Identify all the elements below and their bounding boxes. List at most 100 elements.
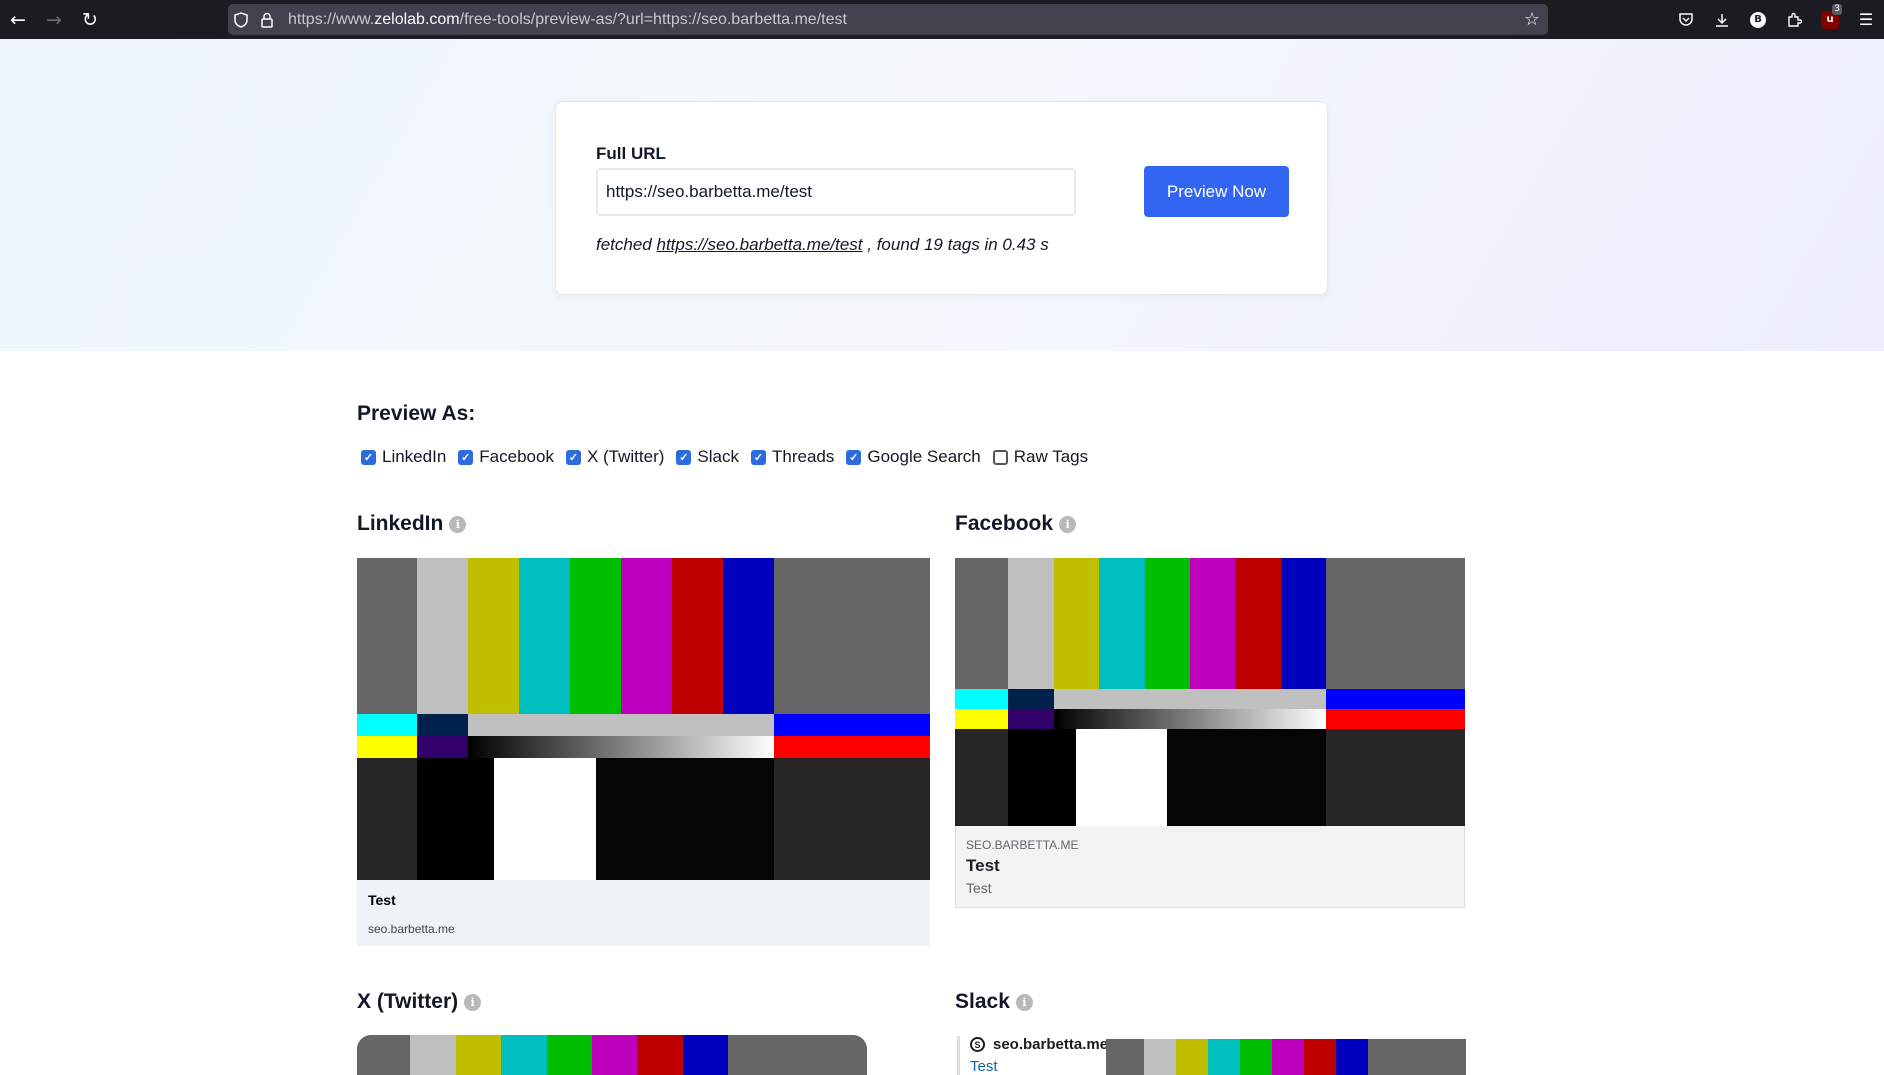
navy-block: [417, 714, 468, 736]
checkbox-slack[interactable]: ✓ Slack: [672, 447, 739, 467]
platform-checkboxes: ✓ LinkedIn ✓ Facebook ✓ X (Twitter) ✓ Slack …: [357, 447, 1096, 467]
url-host: zelolab.com: [374, 10, 460, 28]
slack-preview-image: [1106, 1039, 1466, 1075]
color-bar: [519, 558, 570, 714]
color-bar: [570, 558, 621, 714]
profile-icon[interactable]: B: [1740, 0, 1776, 39]
browser-toolbar: ← → ↻ https://www.zelolab.com/free-tools…: [0, 0, 1884, 39]
checkbox-raw-tags[interactable]: Raw Tags: [989, 447, 1088, 467]
color-bar: [1303, 1039, 1336, 1075]
checkbox-label: Google Search: [867, 447, 981, 466]
cyan-block: [357, 714, 417, 736]
color-bar: [728, 1035, 867, 1075]
hero-section: Full URL Preview Now fetched https://seo…: [0, 39, 1884, 351]
color-bar: [621, 558, 672, 714]
slack-site-name: seo.barbetta.me: [993, 1036, 1109, 1053]
site-logo-icon: S: [970, 1037, 985, 1052]
reload-icon[interactable]: ↻: [72, 0, 108, 39]
url-prefix: https://www.: [288, 10, 375, 28]
red-block: [774, 736, 930, 758]
color-bar: [1271, 1039, 1304, 1075]
checkbox-twitter[interactable]: ✓ X (Twitter): [562, 447, 664, 467]
slack-site: S seo.barbetta.me: [970, 1036, 1108, 1053]
checkbox-threads[interactable]: ✓ Threads: [747, 447, 834, 467]
url-text[interactable]: https://www.zelolab.com/free-tools/previ…: [288, 11, 847, 29]
color-bar: [357, 558, 417, 714]
gradient-strip: [1053, 709, 1327, 729]
color-bar: [1367, 1039, 1466, 1075]
color-bar: [1008, 558, 1054, 689]
back-icon[interactable]: ←: [0, 0, 36, 39]
info-icon[interactable]: i: [449, 515, 467, 533]
twitter-heading: X (Twitter) i: [357, 990, 482, 1014]
fetch-status-suffix: , found 19 tags in 0.43 s: [867, 235, 1049, 254]
gray-strip: [1053, 689, 1327, 709]
address-bar[interactable]: https://www.zelolab.com/free-tools/previ…: [228, 4, 1548, 35]
facebook-card-domain: SEO.BARBETTA.ME: [966, 838, 1079, 852]
blue-block: [774, 714, 930, 736]
color-bar: [1053, 558, 1100, 689]
checkbox-box[interactable]: [992, 449, 1008, 465]
color-bar: [1207, 1039, 1240, 1075]
slack-title: Slack: [955, 990, 1010, 1013]
checkbox-box[interactable]: ✓: [361, 449, 376, 465]
preview-now-button[interactable]: Preview Now: [1144, 166, 1289, 217]
color-bar: [1326, 558, 1465, 689]
color-bar: [410, 1035, 456, 1075]
pocket-icon[interactable]: [1668, 0, 1704, 39]
color-bar: [1099, 558, 1145, 689]
checkbox-box[interactable]: ✓: [458, 449, 474, 465]
red-block: [1326, 709, 1465, 729]
checkbox-box[interactable]: ✓: [750, 449, 766, 465]
ublock-count: 3: [1832, 4, 1842, 15]
checkbox-box[interactable]: ✓: [565, 449, 581, 465]
slack-link-title[interactable]: Test: [970, 1058, 998, 1075]
forward-icon[interactable]: →: [36, 0, 72, 39]
checkbox-linkedin[interactable]: ✓ LinkedIn: [357, 447, 446, 467]
info-icon[interactable]: i: [1059, 515, 1077, 533]
twitter-preview-image: [357, 1035, 867, 1075]
color-bar: [455, 1035, 502, 1075]
fetch-status: fetched https://seo.barbetta.me/test , f…: [596, 235, 1049, 255]
bookmark-star-icon[interactable]: ☆: [1524, 4, 1540, 35]
profile-letter: B: [1750, 11, 1766, 28]
url-input[interactable]: [596, 168, 1076, 216]
menu-icon[interactable]: ☰: [1848, 0, 1884, 39]
facebook-heading: Facebook i: [955, 512, 1077, 536]
url-form-card: Full URL Preview Now fetched https://seo…: [555, 101, 1328, 295]
facebook-title: Facebook: [955, 512, 1054, 535]
full-url-label: Full URL: [596, 144, 666, 163]
cyan-block: [955, 689, 1009, 709]
white-block: [1076, 729, 1168, 826]
extensions-icon[interactable]: [1776, 0, 1812, 39]
fetched-url-link[interactable]: https://seo.barbetta.me/test: [657, 235, 863, 254]
info-icon[interactable]: i: [464, 993, 482, 1011]
color-bar: [1189, 558, 1236, 689]
color-bar: [1143, 1039, 1176, 1075]
slack-heading: Slack i: [955, 990, 1033, 1014]
linkedin-heading: LinkedIn i: [357, 512, 467, 536]
slack-attachment-bar: [957, 1036, 960, 1075]
lock-icon[interactable]: [254, 4, 280, 35]
linkedin-preview-image: [357, 558, 930, 880]
dark-block: [357, 758, 417, 880]
checkbox-box[interactable]: ✓: [676, 449, 692, 465]
gray-strip: [468, 714, 774, 736]
download-icon[interactable]: [1704, 0, 1740, 39]
checkbox-box[interactable]: ✓: [846, 449, 862, 465]
linkedin-card-footer: Test seo.barbetta.me: [357, 880, 930, 946]
ublock-icon[interactable]: u3: [1812, 0, 1848, 39]
checkbox-facebook[interactable]: ✓ Facebook: [454, 447, 554, 467]
gradient-strip: [468, 736, 774, 758]
info-icon[interactable]: i: [1015, 993, 1033, 1011]
color-bar: [591, 1035, 638, 1075]
facebook-card-title: Test: [966, 856, 1000, 875]
checkbox-google-search[interactable]: ✓ Google Search: [842, 447, 981, 467]
color-bar: [468, 558, 519, 714]
purple-block: [417, 736, 468, 758]
shield-icon[interactable]: [228, 4, 254, 35]
black-block: [417, 758, 494, 880]
blue-block: [1326, 689, 1465, 709]
yellow-block: [357, 736, 417, 758]
color-bar: [357, 1035, 411, 1075]
